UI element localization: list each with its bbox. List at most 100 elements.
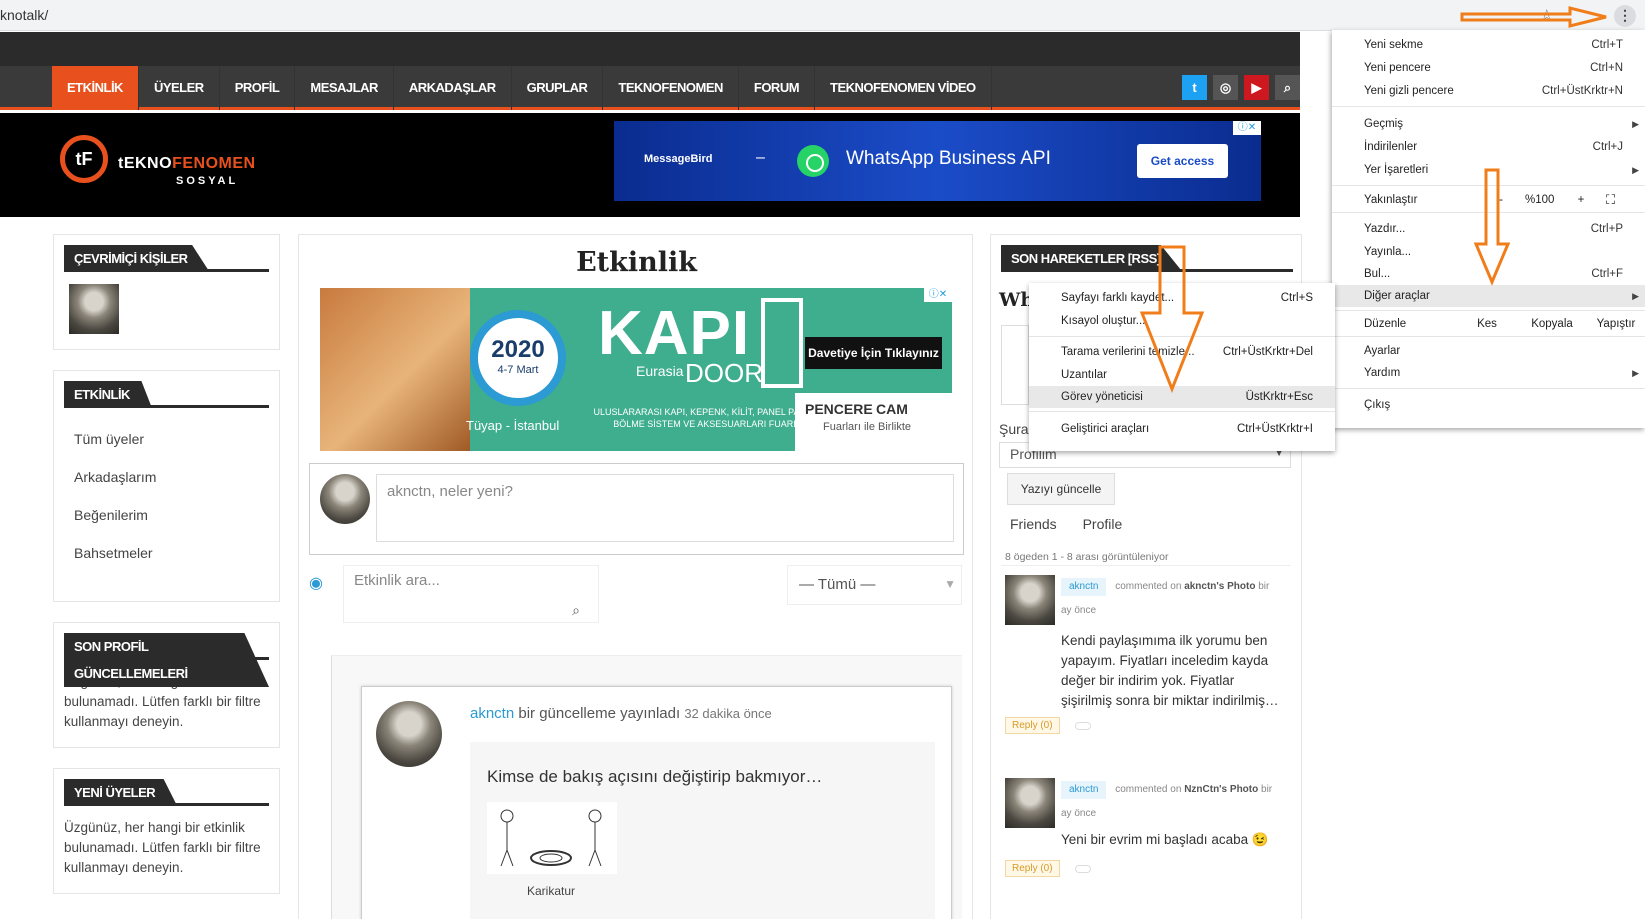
ad-info-icon[interactable]: ⓘ✕ <box>1233 121 1261 135</box>
menu-item-more-tools[interactable]: Diğer araçlar ▶ <box>1332 285 1645 307</box>
menu-item-incognito[interactable]: Yeni gizli pencere Ctrl+ÜstKrktr+N <box>1332 80 1645 102</box>
annotation-arrow-down <box>1139 245 1205 393</box>
activity-filter-select[interactable]: — Tümü — ▼ <box>787 565 962 605</box>
whatsapp-icon <box>797 145 829 177</box>
comment-header: aknctn commented on NznCtn's Photo bir a… <box>1061 778 1285 826</box>
ad-banner-kapi[interactable]: 2020 4-7 Mart Tüyap - İstanbul KAPI Eura… <box>320 288 952 451</box>
nav-item-forum[interactable]: FORUM <box>739 66 816 110</box>
nav-item-etkinlik[interactable]: ETKİNLİK <box>52 66 139 110</box>
ad-dash: – <box>756 149 765 166</box>
cut-button[interactable]: Kes <box>1457 313 1517 335</box>
chevron-right-icon: ▶ <box>1632 165 1639 175</box>
menu-item-new-window[interactable]: Yeni pencere Ctrl+N <box>1332 57 1645 79</box>
logo-sub: SOSYAL <box>176 175 239 187</box>
reply-button[interactable]: Reply (0) <box>1005 860 1060 877</box>
fullscreen-icon[interactable]: ⛶ <box>1606 189 1615 211</box>
avatar[interactable] <box>69 284 119 334</box>
reply-button[interactable]: Reply (0) <box>1005 717 1060 734</box>
comment-user-link[interactable]: aknctn <box>1061 578 1107 596</box>
logo-name: tEKNOFENOMEN <box>118 155 256 172</box>
comment-user-link[interactable]: aknctn <box>1061 781 1107 799</box>
annotation-arrow-down <box>1474 168 1510 286</box>
ad-door-word: DOOR <box>685 358 763 388</box>
update-post-button[interactable]: Yazıyı güncelle <box>1007 473 1115 505</box>
ad-cta-button[interactable]: Get access <box>1137 144 1228 178</box>
avatar[interactable] <box>320 474 370 524</box>
search-icon[interactable]: ⌕ <box>572 602 580 619</box>
comment-header: aknctn commented on aknctn's Photo bir a… <box>1061 575 1285 623</box>
kebab-menu-icon[interactable]: ⋮ <box>1614 5 1636 27</box>
rss-icon[interactable]: ◉ <box>309 573 323 593</box>
activity-user-link[interactable]: aknctn <box>470 705 514 722</box>
comment-target-link[interactable]: NznCtn's Photo <box>1184 784 1258 795</box>
left-sidebar: ÇEVRİMİÇİ KİŞİLER ETKİNLİK Tüm üyeler Ar… <box>53 234 280 914</box>
ad-year-ring: 2020 4-7 Mart <box>470 310 566 406</box>
activity-tabs: Friends Profile <box>1010 516 1144 532</box>
list-item: aknctn commented on NznCtn's Photo bir a… <box>1005 778 1285 898</box>
ad-door-frame <box>761 298 803 388</box>
nav-item-uyeler[interactable]: ÜYELER <box>139 66 220 110</box>
reply-toggle[interactable] <box>1075 722 1091 730</box>
menu-item-settings[interactable]: Ayarlar <box>1332 340 1645 362</box>
nav-item-gruplar[interactable]: GRUPLAR <box>512 66 604 110</box>
cartoon-image[interactable] <box>487 802 617 874</box>
chevron-down-icon: ▼ <box>944 577 956 591</box>
activity-content: Kimse de bakış açısını değiştirip bakmıy… <box>470 742 935 919</box>
tab-friends[interactable]: Friends <box>1010 516 1057 532</box>
instagram-icon[interactable]: ◎ <box>1213 75 1238 100</box>
post-input[interactable]: aknctn, neler yeni? <box>376 474 954 542</box>
avatar[interactable] <box>1005 778 1055 828</box>
text-area-fragment[interactable] <box>1001 325 1029 405</box>
ad-title: WhatsApp Business API <box>846 148 1051 169</box>
menu-item-new-tab[interactable]: Yeni sekme Ctrl+T <box>1332 34 1645 56</box>
paste-button[interactable]: Yapıştır <box>1587 313 1645 335</box>
widget-profile-updates: SON PROFİL GÜNCELLEMELERİ Üzgünüz, her h… <box>53 622 280 748</box>
ad-description: ULUSLARARASI KAPI, KEPENK, KİLİT, PANEL … <box>593 407 816 429</box>
youtube-icon[interactable]: ▶ <box>1244 75 1269 100</box>
link-likes[interactable]: Beğenilerim <box>64 496 269 534</box>
zoom-in-button[interactable]: + <box>1567 189 1595 211</box>
tab-profile[interactable]: Profile <box>1083 516 1123 532</box>
activity-item: aknctn bir güncelleme yayınladı 32 dakik… <box>361 686 952 919</box>
nav-item-video[interactable]: TEKNOFENOMEN VİDEO <box>815 66 992 110</box>
menu-item-downloads[interactable]: İndirilenler Ctrl+J <box>1332 136 1645 158</box>
link-friends[interactable]: Arkadaşlarım <box>64 458 269 496</box>
item-count: 8 ögeden 1 - 8 arası görüntüleniyor <box>1005 551 1169 563</box>
search-icon[interactable]: ⌕ <box>1275 75 1300 100</box>
logo-mark: tF <box>60 135 108 183</box>
twitter-icon[interactable]: t <box>1182 75 1207 100</box>
link-mentions[interactable]: Bahsetmeler <box>64 534 269 572</box>
ad-banner-top[interactable]: MessageBird – WhatsApp Business API Get … <box>614 121 1261 201</box>
widget-title: ETKİNLİK <box>64 381 152 408</box>
menu-item-history[interactable]: Geçmiş ▶ <box>1332 113 1645 135</box>
comment-body: Kendi paylaşımıma ilk yorumu ben yapayım… <box>1061 633 1279 708</box>
ad-invite-button[interactable]: Davetiye İçin Tıklayınız <box>805 337 942 369</box>
empty-message: Üzgünüz, her hangi bir etkinlik bulunama… <box>64 820 261 875</box>
activity-search-input[interactable]: Etkinlik ara... ⌕ <box>343 565 599 623</box>
avatar[interactable] <box>1005 575 1055 625</box>
image-caption: Karikatur <box>527 884 576 898</box>
widget-new-members: YENİ ÜYELER Üzgünüz, her hangi bir etkin… <box>53 768 280 894</box>
comment-target-link[interactable]: aknctn's Photo <box>1184 581 1255 592</box>
menu-item-exit[interactable]: Çıkış <box>1332 394 1645 416</box>
copy-button[interactable]: Kopyala <box>1517 313 1587 335</box>
address-bar[interactable]: knotalk/ <box>0 7 48 23</box>
chevron-right-icon: ▶ <box>1632 368 1639 378</box>
ad-eurasia: Eurasia <box>636 363 684 379</box>
main-nav: ETKİNLİK ÜYELER PROFİL MESAJLAR ARKADAŞL… <box>0 66 1300 110</box>
ad-pencere-cam: PENCERE CAM Fuarları ile Birlikte <box>795 393 952 451</box>
top-strip <box>0 32 1300 66</box>
nav-item-arkadaslar[interactable]: ARKADAŞLAR <box>394 66 512 110</box>
avatar[interactable] <box>376 701 442 767</box>
nav-item-mesajlar[interactable]: MESAJLAR <box>295 66 394 110</box>
reply-toggle[interactable] <box>1075 865 1091 873</box>
nav-item-profil[interactable]: PROFİL <box>220 66 296 110</box>
site-logo[interactable]: tF tEKNOFENOMEN SOSYAL <box>58 133 258 203</box>
menu-item-help[interactable]: Yardım ▶ <box>1332 362 1645 384</box>
link-all-members[interactable]: Tüm üyeler <box>64 420 269 458</box>
activity-time[interactable]: 32 dakika önce <box>684 706 771 721</box>
nav-item-teknofenomen[interactable]: TEKNOFENOMEN <box>603 66 739 110</box>
post-in-label: Şura <box>999 421 1029 437</box>
ad-info-icon[interactable]: ⓘ✕ <box>924 288 952 302</box>
menu-item-developer-tools[interactable]: Geliştirici araçları Ctrl+ÜstKrktr+I <box>1029 418 1335 440</box>
